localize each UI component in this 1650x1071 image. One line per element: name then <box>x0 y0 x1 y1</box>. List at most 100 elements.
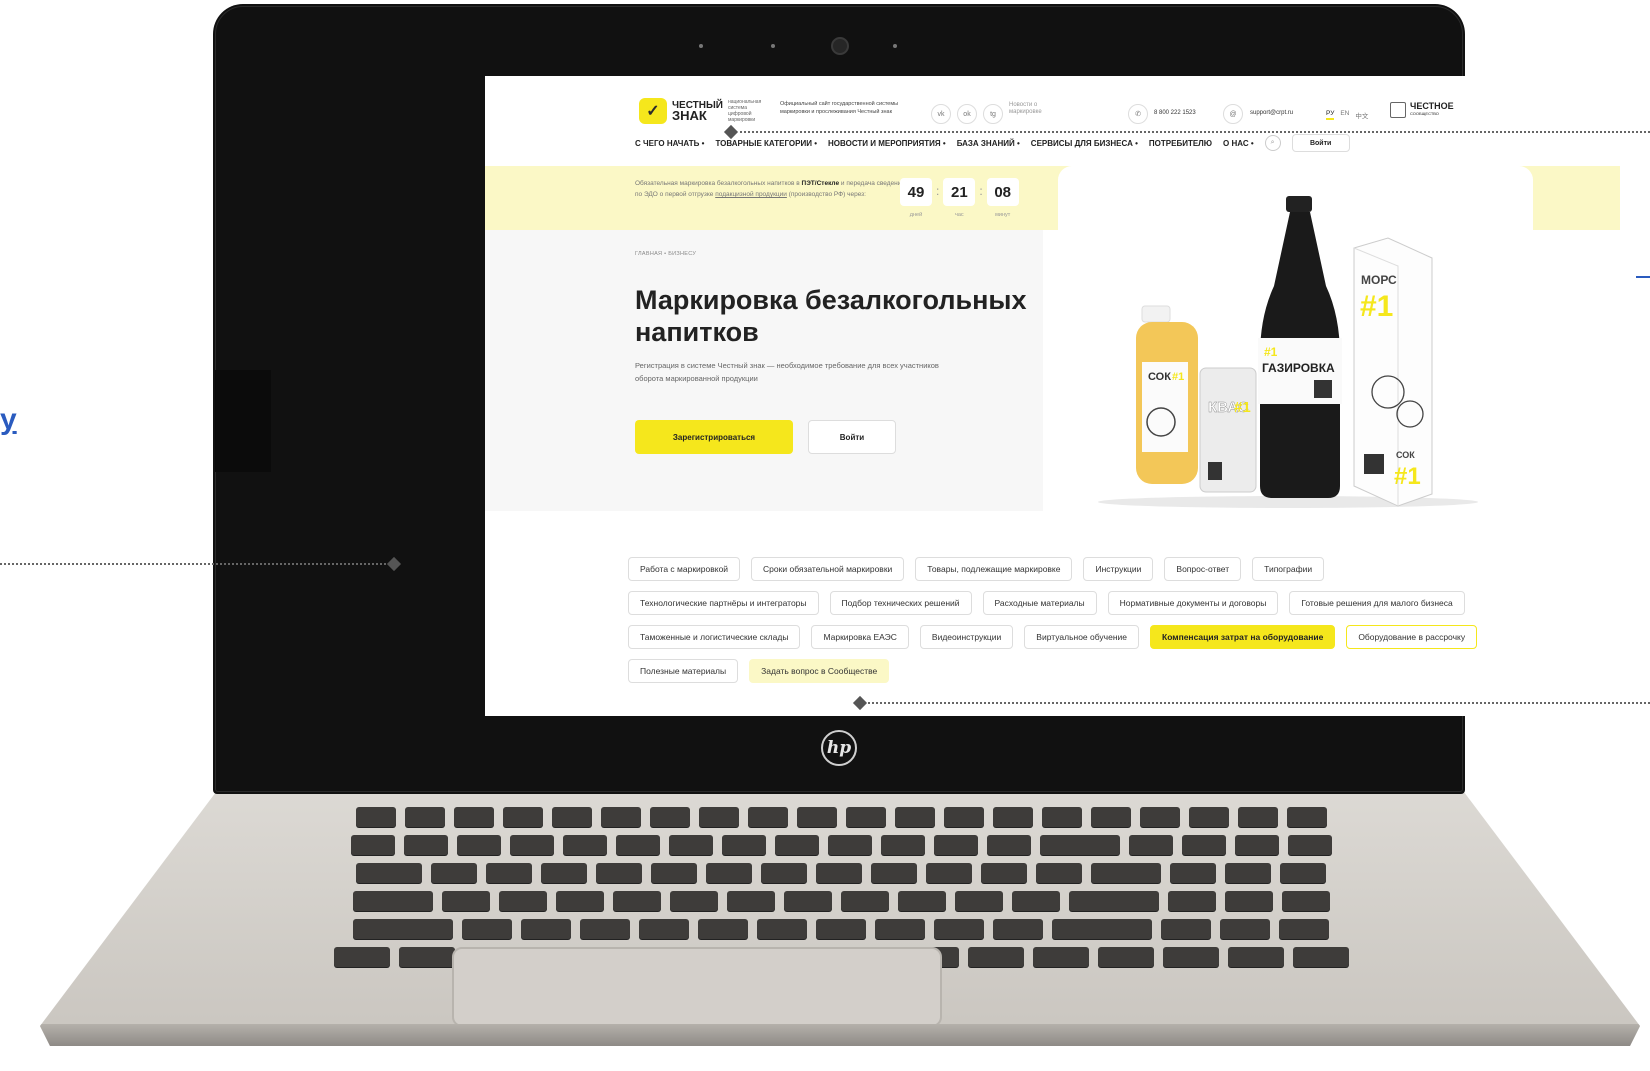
timer-separator: : <box>936 184 940 198</box>
phone-number[interactable]: 8 800 222 1523 <box>1154 110 1196 116</box>
nav-services[interactable]: СЕРВИСЫ ДЛЯ БИЗНЕСА • <box>1031 139 1138 148</box>
tag-item-outlined[interactable]: Оборудование в рассрочку <box>1346 625 1478 649</box>
community-subtitle: СООБЩЕСТВО <box>1410 111 1439 116</box>
hero-lead-text: Регистрация в системе Честный знак — нео… <box>635 361 939 383</box>
logo-text: ЧЕСТНЫЙ ЗНАК <box>672 101 723 123</box>
touchpad <box>452 947 942 1027</box>
carton-juice-number: #1 <box>1394 463 1421 490</box>
nav-categories[interactable]: ТОВАРНЫЕ КАТЕГОРИИ • <box>715 139 817 148</box>
juice-label: СОК <box>1148 371 1171 383</box>
community-link[interactable]: ЧЕСТНОЕ СООБЩЕСТВО <box>1390 102 1454 118</box>
search-icon[interactable]: ⌕ <box>1264 135 1281 151</box>
qr-icon <box>1390 102 1406 118</box>
mors-number: #1 <box>1360 290 1393 323</box>
timer-days-value: 49 <box>900 178 932 206</box>
nav-about[interactable]: О НАС • <box>1223 139 1254 148</box>
left-dark-panel-fragment <box>215 370 271 472</box>
banner-text-3: (производство РФ) через: <box>788 191 866 198</box>
lang-zh[interactable]: 中文 <box>1355 110 1368 120</box>
nav-knowledge[interactable]: БАЗА ЗНАНИЙ • <box>957 139 1020 148</box>
timer-days: 49 дней <box>900 178 932 218</box>
tag-item[interactable]: Готовые решения для малого бизнеса <box>1289 591 1465 615</box>
phone-icon: ✆ <box>1128 104 1148 124</box>
tag-item[interactable]: Работа с маркировкой <box>628 557 741 581</box>
header-login-button[interactable]: Войти <box>1291 134 1350 152</box>
timer-minutes-value: 08 <box>986 178 1019 206</box>
timer-separator: : <box>979 184 983 198</box>
keyboard <box>216 807 1466 967</box>
main-nav: С ЧЕГО НАЧАТЬ • ТОВАРНЫЕ КАТЕГОРИИ • НОВ… <box>635 134 1350 152</box>
laptop-lid: hp ✓ ЧЕСТНЫЙ ЗНАК национальная система ц… <box>213 4 1620 794</box>
juice-number: #1 <box>1172 371 1184 383</box>
edge-link-underline[interactable] <box>1636 250 1650 278</box>
page-title: Маркировка безалкогольных напитков <box>635 285 1027 347</box>
tag-item[interactable]: Типографии <box>1252 557 1325 581</box>
hp-logo: hp <box>821 730 857 766</box>
tag-item[interactable]: Технологические партнёры и интеграторы <box>628 591 819 615</box>
ok-icon[interactable]: ok <box>957 104 977 124</box>
sensor-dot <box>699 44 703 48</box>
language-switcher: РУ EN 中文 <box>1326 110 1368 120</box>
tag-item[interactable]: Видеоинструкции <box>919 625 1014 649</box>
timer-hours-label: час <box>955 212 964 218</box>
lang-ru[interactable]: РУ <box>1326 110 1335 120</box>
email-icon: @ <box>1223 104 1243 124</box>
community-text: ЧЕСТНОЕ СООБЩЕСТВО <box>1410 102 1454 118</box>
kvass-number: #1 <box>1234 399 1251 416</box>
laptop-screen: ✓ ЧЕСТНЫЙ ЗНАК национальная система цифр… <box>485 76 1620 716</box>
sensor-dot <box>771 44 775 48</box>
breadcrumb[interactable]: ГЛАВНАЯ • БИЗНЕСУ <box>635 251 696 257</box>
tag-item[interactable]: Расходные материалы <box>982 591 1097 615</box>
tag-item[interactable]: Сроки обязательной маркировки <box>751 557 905 581</box>
countdown-timer: 49 дней : 21 час : 08 минут <box>900 178 1019 218</box>
logo-check-icon: ✓ <box>639 98 667 124</box>
nav-consumer[interactable]: ПОТРЕБИТЕЛЮ <box>1149 139 1212 148</box>
timer-hours: 21 час <box>943 178 976 218</box>
soda-label: ГАЗИРОВКА <box>1262 361 1335 375</box>
edge-link-fragment[interactable]: у <box>0 403 17 437</box>
sensor-dot <box>893 44 897 48</box>
tag-item-community[interactable]: Задать вопрос в Сообществе <box>749 659 890 683</box>
news-link[interactable]: Новости о маркировке <box>1009 102 1069 116</box>
nav-start[interactable]: С ЧЕГО НАЧАТЬ • <box>635 139 704 148</box>
mors-label: МОРС <box>1361 273 1397 287</box>
vk-icon[interactable]: vk <box>931 104 951 124</box>
tag-item[interactable]: Товары, подлежащие маркировке <box>915 557 1073 581</box>
tag-item[interactable]: Нормативные документы и договоры <box>1107 591 1279 615</box>
webcam <box>831 37 849 55</box>
logo-name-2: ЗНАК <box>672 108 707 123</box>
tag-item[interactable]: Маркировка ЕАЭС <box>811 625 909 649</box>
tag-item[interactable]: Полезные материалы <box>628 659 739 683</box>
tag-item[interactable]: Подбор технических решений <box>829 591 972 615</box>
logo-subtitle: национальная система цифровой маркировки <box>727 99 762 123</box>
telegram-icon[interactable]: tg <box>983 104 1003 124</box>
banner-excise-link[interactable]: подакцизной продукции <box>715 191 787 198</box>
tag-item[interactable]: Виртуальное обучение <box>1024 625 1140 649</box>
timer-hours-value: 21 <box>943 178 976 206</box>
timer-minutes: 08 минут <box>986 178 1019 218</box>
site-logo[interactable]: ✓ ЧЕСТНЫЙ ЗНАК национальная система цифр… <box>639 98 766 124</box>
carton-juice-label: СОК <box>1396 450 1415 460</box>
timer-minutes-label: минут <box>995 212 1011 218</box>
callout-line-header <box>735 131 1650 133</box>
official-site-text: Официальный сайт государственной системы… <box>780 101 899 115</box>
beverages-image: СОК #1 КВАС #1 #1 ГАЗИРОВКА МОРС #1 СОК … <box>1058 166 1533 511</box>
tag-item-highlight[interactable]: Компенсация затрат на оборудование <box>1150 625 1336 649</box>
laptop-base <box>40 792 1640 1046</box>
page-stage: у hp ✓ ЧЕСТНЫЙ ЗНАК национальная система… <box>0 0 1650 1071</box>
topic-tags: Работа с маркировкой Сроки обязательной … <box>628 557 1488 683</box>
login-button[interactable]: Войти <box>808 420 896 454</box>
support-email[interactable]: support@crpt.ru <box>1250 110 1293 116</box>
banner-text: Обязательная маркировка безалкогольных н… <box>635 178 905 200</box>
callout-line-tags <box>0 563 390 565</box>
lang-en[interactable]: EN <box>1340 110 1349 120</box>
beverages-illustration: СОК #1 КВАС #1 #1 ГАЗИРОВКА МОРС #1 СОК … <box>1098 196 1478 508</box>
soda-number: #1 <box>1264 345 1278 359</box>
callout-line-bottom <box>864 702 1650 704</box>
tag-item[interactable]: Таможенные и логистические склады <box>628 625 801 649</box>
tag-item[interactable]: Инструкции <box>1083 557 1154 581</box>
tag-item[interactable]: Вопрос-ответ <box>1164 557 1242 581</box>
banner-text-1: Обязательная маркировка безалкогольных н… <box>635 180 800 187</box>
register-button[interactable]: Зарегистрироваться <box>635 420 793 454</box>
nav-news[interactable]: НОВОСТИ И МЕРОПРИЯТИЯ • <box>828 139 946 148</box>
